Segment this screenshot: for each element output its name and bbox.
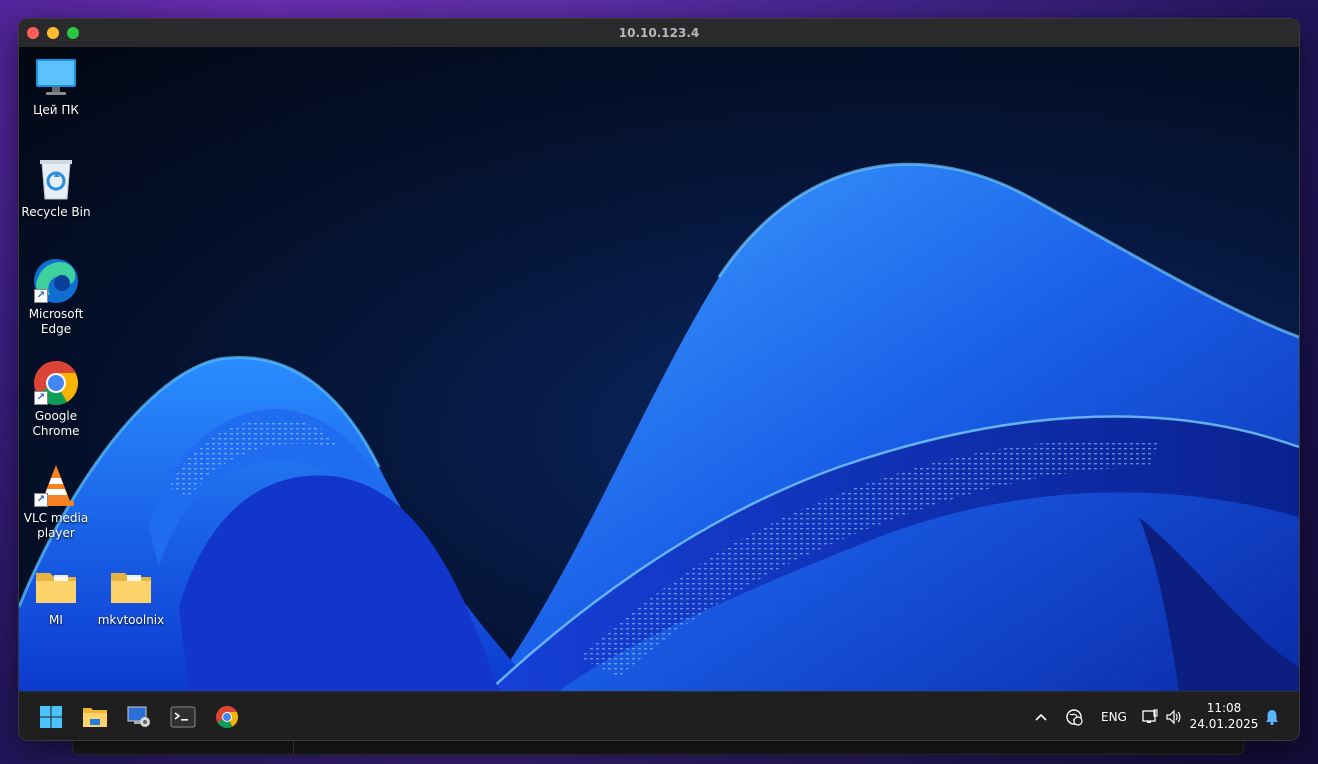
remote-desktop-window: 10.10.123.4 Цей ПК Recycle Bin ↗ Microso… — [18, 18, 1300, 741]
monitor-icon — [32, 53, 80, 101]
window-titlebar[interactable]: 10.10.123.4 — [19, 19, 1299, 48]
network-globe-icon[interactable] — [1059, 700, 1089, 734]
system-clock[interactable]: 11:08 24.01.2025 — [1189, 700, 1259, 732]
desktop-icon-label: VLC media player — [23, 511, 89, 540]
language-indicator[interactable]: ENG — [1101, 710, 1127, 724]
wallpaper — [19, 162, 1299, 691]
desktop-icon-label: MI — [49, 613, 63, 627]
show-hidden-icons-chevron-up-icon[interactable] — [1026, 700, 1056, 734]
taskbar: ENG 11:08 24.01.2025 — [19, 691, 1299, 740]
desktop[interactable]: Цей ПК Recycle Bin ↗ Microsoft Edge ↗ Go… — [19, 47, 1299, 691]
desktop-icon-this-pc[interactable]: Цей ПК — [19, 53, 93, 118]
desktop-icon-recycle-bin[interactable]: Recycle Bin — [19, 155, 93, 220]
clock-date: 24.01.2025 — [1189, 717, 1259, 731]
chrome-icon[interactable] — [210, 700, 244, 734]
desktop-icon-label: Recycle Bin — [21, 205, 91, 219]
clock-time: 11:08 — [1206, 701, 1242, 715]
shortcut-arrow-icon: ↗ — [34, 493, 48, 507]
notification-bell-icon[interactable] — [1259, 700, 1285, 734]
folder-icon — [107, 563, 155, 611]
shortcut-arrow-icon: ↗ — [34, 391, 48, 405]
shortcut-arrow-icon: ↗ — [34, 289, 48, 303]
remote-desktop-icon[interactable] — [122, 700, 156, 734]
window-title: 10.10.123.4 — [618, 26, 700, 40]
chrome-icon: ↗ — [32, 359, 80, 407]
file-explorer-icon[interactable] — [78, 700, 112, 734]
desktop-icon-label: Цей ПК — [33, 103, 79, 117]
display-network-icon[interactable] — [1137, 700, 1163, 734]
desktop-icon-folder-mkvtoolnix[interactable]: mkvtoolnix — [94, 563, 168, 628]
desktop-icon-label: mkvtoolnix — [97, 613, 165, 627]
recycle-bin-icon — [32, 155, 80, 203]
desktop-icon-microsoft-edge[interactable]: ↗ Microsoft Edge — [19, 257, 93, 337]
desktop-icon-google-chrome[interactable]: ↗ Google Chrome — [19, 359, 93, 439]
edge-icon: ↗ — [32, 257, 80, 305]
desktop-icon-label: Microsoft Edge — [28, 307, 84, 336]
desktop-icon-folder-mi[interactable]: MI — [19, 563, 93, 628]
windows-start-icon[interactable] — [34, 700, 68, 734]
desktop-icon-label: Google Chrome — [32, 409, 80, 438]
desktop-icon-vlc[interactable]: ↗ VLC media player — [19, 461, 93, 541]
vlc-cone-icon: ↗ — [32, 461, 80, 509]
volume-speaker-icon[interactable] — [1161, 700, 1187, 734]
terminal-icon[interactable] — [166, 700, 200, 734]
folder-icon — [32, 563, 80, 611]
